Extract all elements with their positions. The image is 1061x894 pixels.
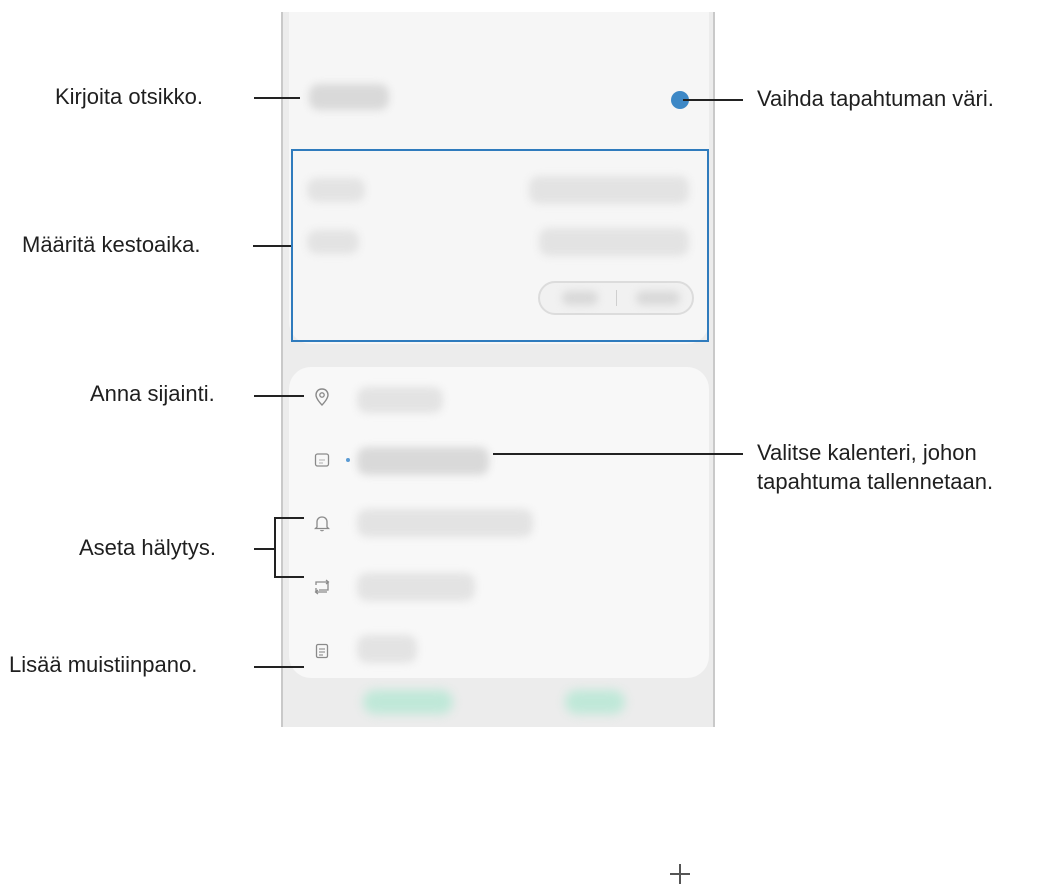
bell-icon (311, 512, 333, 534)
calendar-selector[interactable] (357, 447, 489, 475)
save-button[interactable] (565, 690, 625, 714)
callout-alarm-line (254, 548, 276, 550)
callout-duration: Määritä kestoaika. (22, 232, 201, 257)
phone-screen (281, 12, 715, 884)
notes-field[interactable] (357, 635, 417, 663)
callout-alarm-bracket-bottom (274, 576, 304, 578)
callout-location: Anna sijainti. (90, 381, 215, 406)
callout-location-line (254, 395, 304, 397)
callout-alarm: Aseta hälytys. (79, 535, 216, 560)
callout-calendar-line2: tapahtuma tallennetaan. (757, 469, 994, 494)
location-field[interactable] (357, 387, 443, 413)
callout-duration-line (253, 245, 291, 247)
callout-title: Kirjoita otsikko. (55, 84, 203, 109)
callout-calendar-line (493, 453, 743, 455)
callout-calendar-line1: Valitse kalenteri, johon (757, 440, 977, 465)
callout-color-line (683, 99, 743, 101)
callout-color: Vaihda tapahtuman väri. (757, 86, 994, 111)
cancel-button[interactable] (363, 690, 453, 714)
calendar-color-dot (346, 458, 350, 462)
callout-alarm-bracket (274, 517, 276, 578)
repeat-field[interactable] (357, 573, 475, 601)
callout-alarm-bracket-top (274, 517, 304, 519)
alarm-field[interactable] (357, 509, 533, 537)
calendar-icon (311, 449, 333, 471)
plus-icon[interactable] (665, 859, 695, 889)
callout-notes-line (254, 666, 304, 668)
duration-highlight-box (291, 149, 709, 342)
title-field[interactable] (309, 84, 389, 110)
event-details-card (289, 367, 709, 884)
location-pin-icon (311, 386, 333, 408)
note-icon (311, 640, 333, 662)
callout-notes: Lisää muistiinpano. (9, 652, 198, 677)
callout-title-line (254, 97, 300, 99)
repeat-icon (311, 576, 333, 598)
